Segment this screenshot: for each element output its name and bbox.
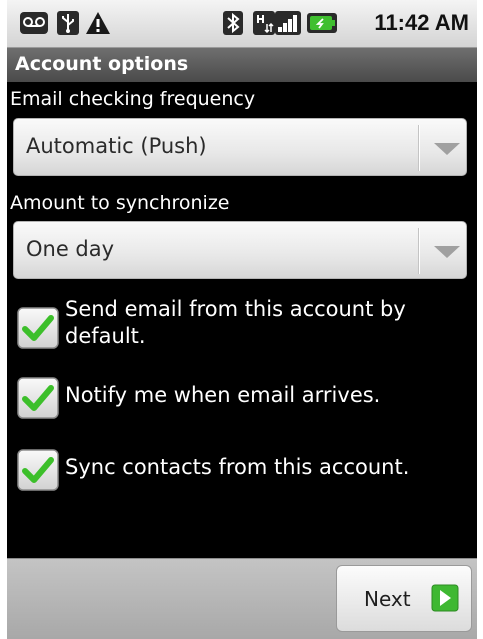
spinner-divider [418,228,420,274]
sync-amount-label: Amount to synchronize [10,192,230,214]
checkbox-checked-icon[interactable] [16,306,60,350]
title-bar: Account options [7,48,477,82]
bluetooth-icon [223,11,243,35]
email-frequency-value: Automatic (Push) [26,134,207,158]
checkbox-checked-icon[interactable] [16,448,60,492]
signal-icon [275,11,301,35]
warning-icon [86,12,110,34]
data-icon [253,11,275,35]
sync-amount-spinner[interactable]: One day [13,221,467,279]
arrow-right-icon [431,584,459,612]
spinner-divider [418,125,420,171]
default-account-label: Send email from this account by default. [65,297,406,348]
chevron-down-icon [434,246,460,258]
status-clock: 11:42 AM [374,10,469,35]
voicemail-icon [20,12,48,34]
account-options-screen: 11:42 AM Account options Email checking … [7,0,477,639]
next-button[interactable]: Next [336,565,472,632]
usb-icon [57,11,79,35]
notify-option[interactable]: Notify me when email arrives. [7,374,477,420]
sync-contacts-label: Sync contacts from this account. [65,455,410,479]
notify-label: Notify me when email arrives. [65,383,381,407]
page-title: Account options [15,53,189,75]
checkbox-checked-icon[interactable] [16,376,60,420]
email-frequency-label: Email checking frequency [10,88,256,110]
battery-icon [307,13,337,33]
default-account-option[interactable]: Send email from this account by default. [7,296,477,356]
bottom-bar: Next [7,558,477,639]
next-button-label: Next [364,587,411,611]
chevron-down-icon [434,143,460,155]
email-frequency-spinner[interactable]: Automatic (Push) [13,118,467,176]
sync-contacts-option[interactable]: Sync contacts from this account. [7,446,477,492]
status-bar: 11:42 AM [7,0,477,48]
sync-amount-value: One day [26,237,115,261]
